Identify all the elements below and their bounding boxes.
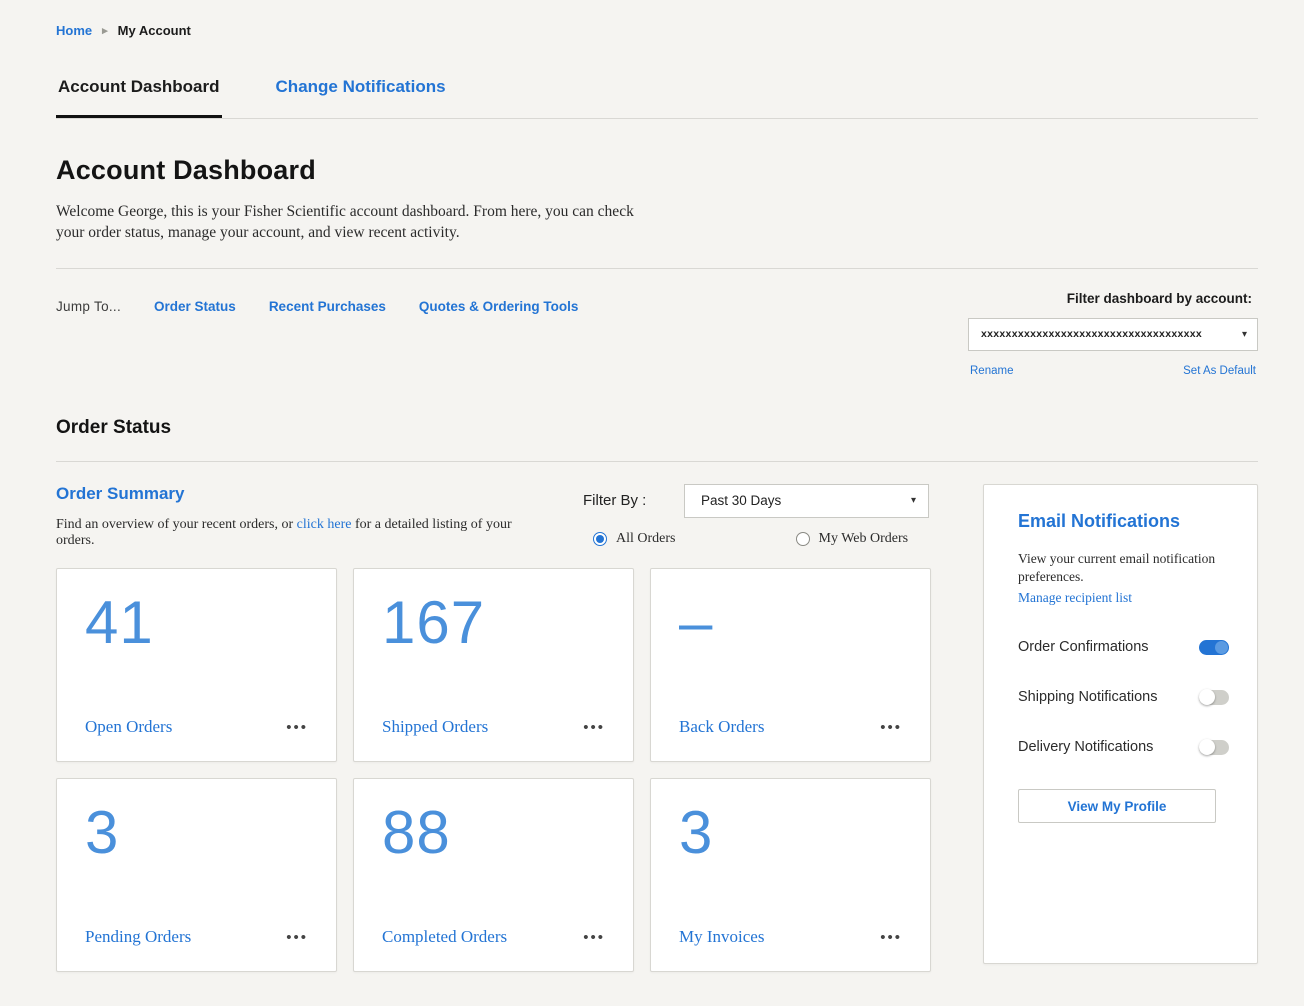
email-notifications-panel: Email Notifications View your current em… <box>983 484 1258 964</box>
filter-by-label: Filter By : <box>583 492 646 509</box>
order-summary-title: Order Summary <box>56 484 536 504</box>
back-orders-count: – <box>679 591 904 654</box>
toggle-row-delivery-notifications: Delivery Notifications <box>1018 739 1229 755</box>
breadcrumb-separator-icon: ▸ <box>102 24 108 37</box>
notification-toggle-list: Order Confirmations Shipping Notificatio… <box>1018 639 1229 755</box>
shipped-orders-count: 167 <box>382 591 607 654</box>
page-title: Account Dashboard <box>56 155 1258 186</box>
order-summary-cards: 41 Open Orders ••• 167 Shipped Orders ••… <box>56 568 929 972</box>
card-pending-orders: 3 Pending Orders ••• <box>56 778 337 972</box>
ellipsis-menu-icon[interactable]: ••• <box>581 719 607 737</box>
jump-link-order-status[interactable]: Order Status <box>154 299 236 314</box>
order-summary-description: Find an overview of your recent orders, … <box>56 517 536 549</box>
card-back-orders: – Back Orders ••• <box>650 568 931 762</box>
breadcrumb-home-link[interactable]: Home <box>56 23 92 38</box>
order-summary-header: Order Summary Find an overview of your r… <box>56 484 929 549</box>
date-range-select[interactable]: Past 30 Days ▾ <box>684 484 929 518</box>
jump-link-quotes-tools[interactable]: Quotes & Ordering Tools <box>419 299 579 314</box>
completed-orders-link[interactable]: Completed Orders <box>382 927 507 947</box>
radio-my-web-orders-label: My Web Orders <box>819 531 909 547</box>
jump-to-links: Jump To... Order Status Recent Purchases… <box>56 291 578 314</box>
ellipsis-menu-icon[interactable]: ••• <box>878 719 904 737</box>
delivery-notifications-label: Delivery Notifications <box>1018 739 1153 755</box>
breadcrumb: Home ▸ My Account <box>56 0 1258 38</box>
ellipsis-menu-icon[interactable]: ••• <box>284 929 310 947</box>
order-type-radios: All Orders My Web Orders <box>583 531 929 547</box>
date-range-value: Past 30 Days <box>701 493 781 508</box>
welcome-text: Welcome George, this is your Fisher Scie… <box>56 202 636 244</box>
card-my-invoices: 3 My Invoices ••• <box>650 778 931 972</box>
order-confirmations-toggle[interactable] <box>1199 640 1229 655</box>
filter-by-row: Filter By : Past 30 Days ▾ <box>583 484 929 518</box>
summary-text-pre: Find an overview of your recent orders, … <box>56 517 297 532</box>
delivery-notifications-toggle[interactable] <box>1199 740 1229 755</box>
radio-my-web-orders[interactable]: My Web Orders <box>796 531 909 547</box>
tab-bar: Account Dashboard Change Notifications <box>56 71 1258 119</box>
order-status-content: Order Summary Find an overview of your r… <box>56 484 1258 972</box>
radio-all-orders-label: All Orders <box>616 531 676 547</box>
radio-all-orders[interactable]: All Orders <box>593 531 676 547</box>
tab-change-notifications[interactable]: Change Notifications <box>274 71 448 118</box>
toggle-row-order-confirmations: Order Confirmations <box>1018 639 1229 655</box>
order-confirmations-label: Order Confirmations <box>1018 639 1149 655</box>
card-completed-orders: 88 Completed Orders ••• <box>353 778 634 972</box>
click-here-link[interactable]: click here <box>297 517 352 532</box>
completed-orders-count: 88 <box>382 801 607 864</box>
shipped-orders-link[interactable]: Shipped Orders <box>382 717 488 737</box>
jump-to-row: Jump To... Order Status Recent Purchases… <box>56 291 1258 377</box>
tab-account-dashboard[interactable]: Account Dashboard <box>56 71 222 118</box>
account-filter: Filter dashboard by account: xxxxxxxxxxx… <box>968 291 1258 377</box>
ellipsis-menu-icon[interactable]: ••• <box>581 929 607 947</box>
chevron-down-icon: ▾ <box>1242 329 1247 340</box>
radio-unselected-icon <box>796 532 810 546</box>
open-orders-link[interactable]: Open Orders <box>85 717 172 737</box>
rename-link[interactable]: Rename <box>970 365 1013 377</box>
account-filter-label: Filter dashboard by account: <box>968 291 1252 306</box>
my-invoices-link[interactable]: My Invoices <box>679 927 764 947</box>
shipping-notifications-toggle[interactable] <box>1199 690 1229 705</box>
order-summary-intro: Order Summary Find an overview of your r… <box>56 484 536 549</box>
email-notifications-description: View your current email notification pre… <box>1018 550 1218 586</box>
jump-link-recent-purchases[interactable]: Recent Purchases <box>269 299 386 314</box>
pending-orders-count: 3 <box>85 801 310 864</box>
back-orders-link[interactable]: Back Orders <box>679 717 764 737</box>
view-my-profile-button[interactable]: View My Profile <box>1018 789 1216 823</box>
set-as-default-link[interactable]: Set As Default <box>1183 365 1256 377</box>
account-filter-select[interactable]: xxxxxxxxxxxxxxxxxxxxxxxxxxxxxxxxxxxx ▾ <box>968 318 1258 351</box>
toggle-row-shipping-notifications: Shipping Notifications <box>1018 689 1229 705</box>
ellipsis-menu-icon[interactable]: ••• <box>878 929 904 947</box>
breadcrumb-current: My Account <box>118 23 191 38</box>
shipping-notifications-label: Shipping Notifications <box>1018 689 1157 705</box>
pending-orders-link[interactable]: Pending Orders <box>85 927 191 947</box>
ellipsis-menu-icon[interactable]: ••• <box>284 719 310 737</box>
card-shipped-orders: 167 Shipped Orders ••• <box>353 568 634 762</box>
card-open-orders: 41 Open Orders ••• <box>56 568 337 762</box>
open-orders-count: 41 <box>85 591 310 654</box>
manage-recipient-list-link[interactable]: Manage recipient list <box>1018 590 1132 606</box>
divider <box>56 461 1258 462</box>
order-status-heading: Order Status <box>56 417 1258 439</box>
page-container: Home ▸ My Account Account Dashboard Chan… <box>0 0 1304 972</box>
email-notifications-heading: Email Notifications <box>1018 511 1229 532</box>
my-invoices-count: 3 <box>679 801 904 864</box>
account-filter-actions: Rename Set As Default <box>968 365 1258 377</box>
jump-to-label: Jump To... <box>56 299 121 314</box>
account-filter-value: xxxxxxxxxxxxxxxxxxxxxxxxxxxxxxxxxxxx <box>981 328 1202 340</box>
order-filter-controls: Filter By : Past 30 Days ▾ All Orders <box>583 484 929 547</box>
chevron-down-icon: ▾ <box>911 495 916 506</box>
radio-selected-icon <box>593 532 607 546</box>
order-summary-column: Order Summary Find an overview of your r… <box>56 484 929 972</box>
divider <box>56 268 1258 269</box>
